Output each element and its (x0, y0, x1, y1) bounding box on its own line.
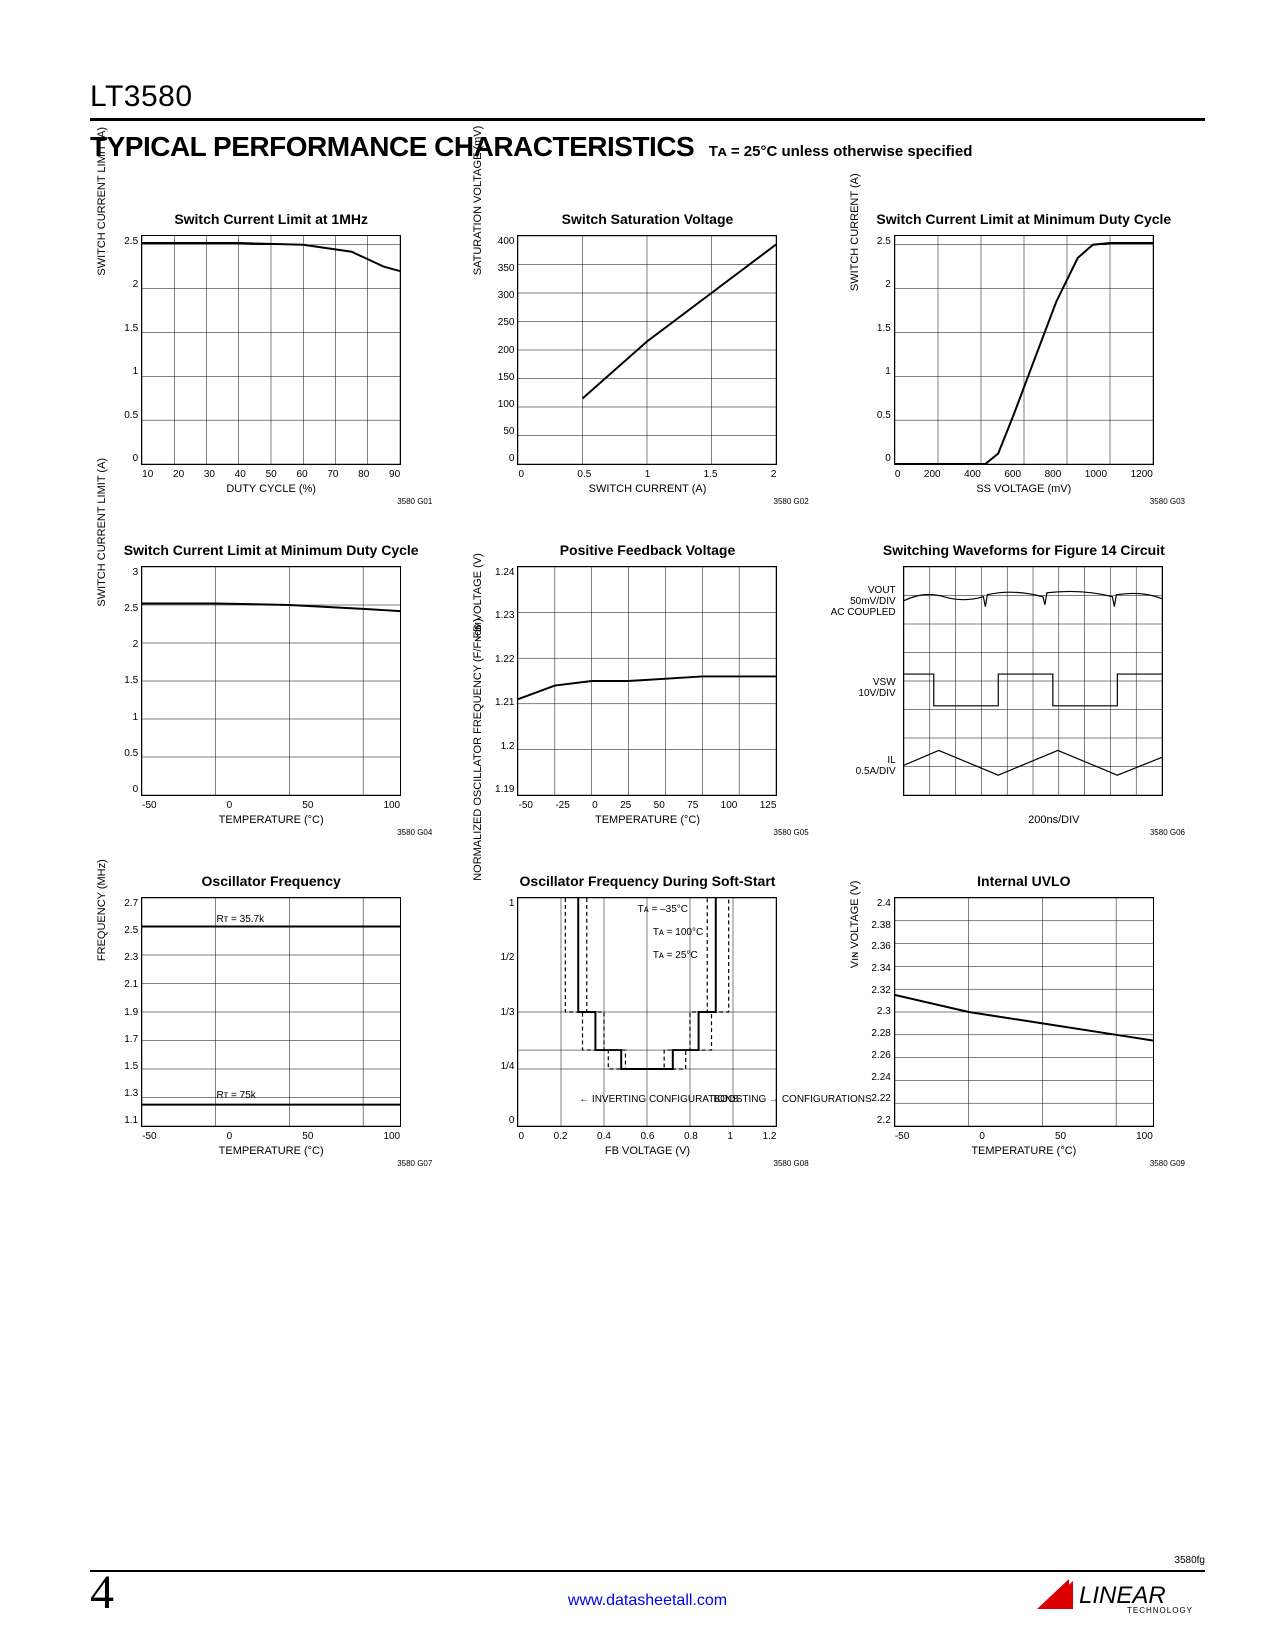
rule-top (90, 118, 1205, 121)
figure-id: 3580 G01 (90, 497, 452, 506)
datasheet-page: LT3580 TYPICAL PERFORMANCE CHARACTERISTI… (0, 0, 1275, 1650)
figure-id: 3580 G06 (843, 828, 1205, 837)
chart-title: Switching Waveforms for Figure 14 Circui… (843, 524, 1205, 558)
figure-id: 3580 G04 (90, 828, 452, 837)
chart-title: Switch Current Limit at 1MHz (90, 193, 452, 227)
chart-c2: Switch Saturation Voltage 00.511.5205010… (466, 193, 828, 506)
chart-c6: Switching Waveforms for Figure 14 Circui… (843, 524, 1205, 837)
chart-c8: Oscillator Frequency During Soft-Start 0… (466, 855, 828, 1168)
figure-id: 3580 G08 (466, 1159, 828, 1168)
figure-id: 3580 G09 (843, 1159, 1205, 1168)
chart-c4: Switch Current Limit at Minimum Duty Cyc… (90, 524, 452, 837)
logo-subtext: TECHNOLOGY (1127, 1606, 1193, 1615)
chart-title: Oscillator Frequency (90, 855, 452, 889)
rule-bottom (90, 1570, 1205, 1572)
charts-grid: Switch Current Limit at 1MHz 10203040506… (90, 193, 1205, 1168)
section-title: TYPICAL PERFORMANCE CHARACTERISTICS (90, 131, 694, 163)
figure-id: 3580 G07 (90, 1159, 452, 1168)
logo-text: LINEAR (1079, 1582, 1166, 1609)
chart-c9: Internal UVLO -500501002.22.222.242.262.… (843, 855, 1205, 1168)
figure-id: 3580 G03 (843, 497, 1205, 506)
chart-title: Oscillator Frequency During Soft-Start (466, 855, 828, 889)
chart-title: Positive Feedback Voltage (466, 524, 828, 558)
chart-title: Switch Current Limit at Minimum Duty Cyc… (843, 193, 1205, 227)
chart-title: Switch Current Limit at Minimum Duty Cyc… (90, 524, 452, 558)
section-condition: Tᴀ = 25°C unless otherwise specified (709, 143, 973, 160)
chart-c7: Oscillator Frequency -500501001.11.31.51… (90, 855, 452, 1168)
linear-logo: LINEAR TECHNOLOGY (1035, 1573, 1205, 1620)
chart-title: Switch Saturation Voltage (466, 193, 828, 227)
chart-c3: Switch Current Limit at Minimum Duty Cyc… (843, 193, 1205, 506)
chart-title: Internal UVLO (843, 855, 1205, 889)
part-number: LT3580 (90, 80, 1205, 114)
chart-c5: Positive Feedback Voltage -50-2502550751… (466, 524, 828, 837)
chart-c1: Switch Current Limit at 1MHz 10203040506… (90, 193, 452, 506)
page-footer: 3580fg 4 www.datasheetall.com LINEAR TEC… (90, 1555, 1205, 1610)
figure-id: 3580 G05 (466, 828, 828, 837)
page-number: 4 (90, 1565, 114, 1620)
figure-id: 3580 G02 (466, 497, 828, 506)
doc-id: 3580fg (90, 1555, 1205, 1566)
section-header: TYPICAL PERFORMANCE CHARACTERISTICS Tᴀ =… (90, 131, 1205, 163)
